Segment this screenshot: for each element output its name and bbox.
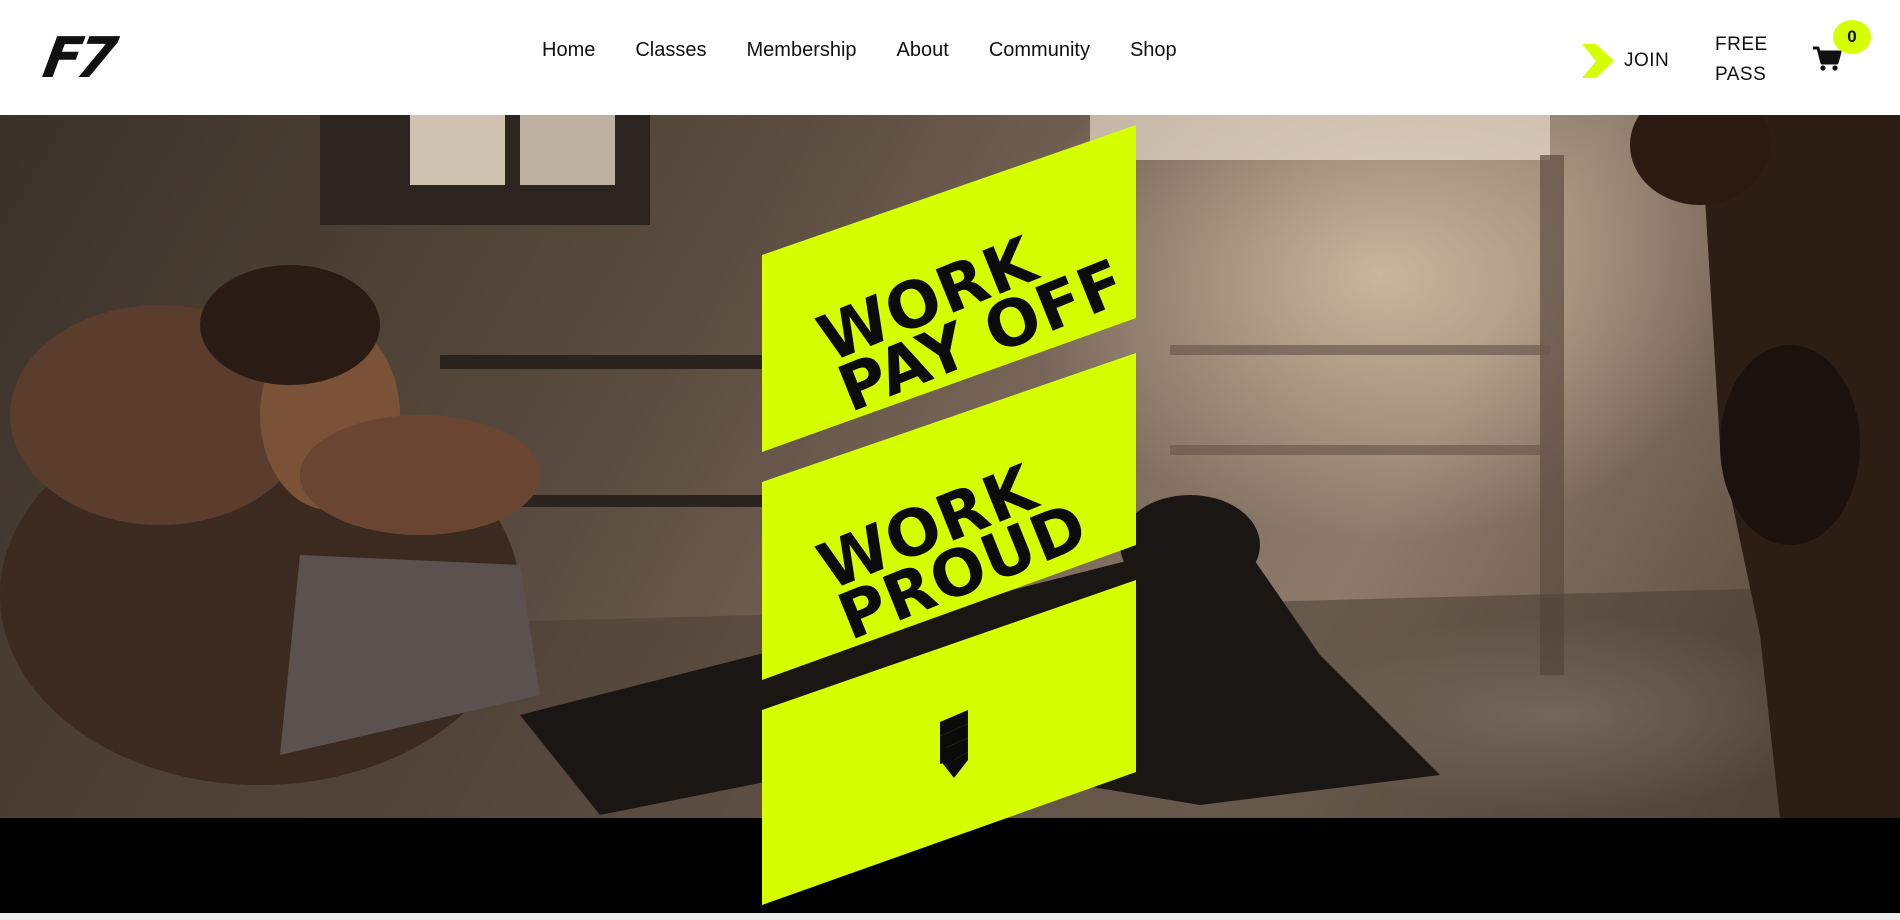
nav-item-community[interactable]: Community [989,37,1090,63]
site-header: F7 Home Classes Membership About Communi… [0,0,1900,115]
nav-item-shop[interactable]: Shop [1130,37,1177,63]
nav-item-membership[interactable]: Membership [747,37,857,63]
nav-item-classes[interactable]: Classes [635,37,706,63]
cart-icon [1813,46,1842,71]
chevron-down-triple-icon [940,710,968,778]
join-label: JOIN [1624,50,1670,71]
free-pass-line1: FREE [1715,34,1768,55]
page-divider [0,913,1900,920]
scroll-down-button[interactable] [920,700,990,800]
join-button[interactable]: JOIN [1582,44,1669,78]
chevron-right-icon [1582,44,1614,78]
hero-bottom-band [0,818,1900,913]
free-pass-line2: PASS [1715,64,1767,85]
cart-count-badge: 0 [1833,20,1871,54]
logo-text: F7 [38,26,118,91]
brand-logo[interactable]: F7 [38,26,124,91]
free-pass-link[interactable]: FREE PASS [1715,30,1775,90]
main-nav: Home Classes Membership About Community … [542,37,1217,63]
nav-item-about[interactable]: About [897,37,949,63]
nav-item-home[interactable]: Home [542,37,595,63]
